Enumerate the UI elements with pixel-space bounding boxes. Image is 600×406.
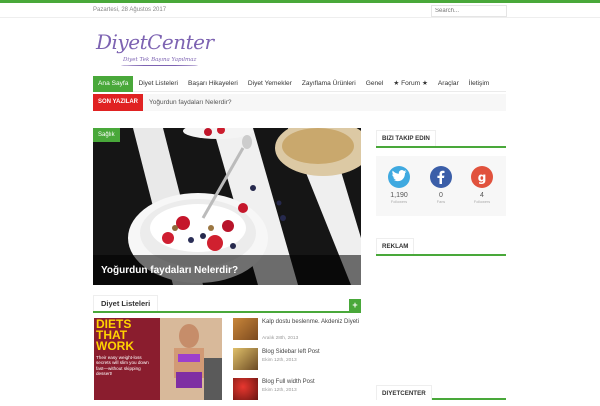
current-date: Pazartesi, 28 Ağustos 2017	[93, 7, 167, 13]
search-input[interactable]	[431, 5, 507, 17]
featured-post[interactable]: Sağlık Yoğurdun faydaları Nelerdir?	[93, 128, 361, 285]
svg-text:g: g	[478, 171, 487, 185]
post-date: Aralık 28th, 2013	[262, 336, 299, 341]
facebook-count: 0	[439, 192, 443, 199]
ticker-headline[interactable]: Yoğurdun faydaları Nelerdir?	[149, 94, 232, 111]
list-item[interactable]: Kalp dostu beslenme. Akdeniz Diyeti Aral…	[233, 318, 361, 346]
sidebar-diyetcenter-title: DIYETCENTER	[376, 385, 432, 400]
post-title[interactable]: Blog Sidebar left Post	[262, 348, 362, 356]
nav-item-contact[interactable]: İletişim	[464, 76, 495, 92]
list-item[interactable]: Blog Sidebar left Post Ekim 12th, 2013	[233, 348, 361, 376]
post-title[interactable]: Blog Full width Post	[262, 378, 362, 386]
site-tagline: Diyet Tek Başına Yapılmaz	[120, 57, 199, 66]
site-logo[interactable]: DiyetCenter	[96, 30, 214, 54]
google-plus-count: 4	[480, 192, 484, 199]
social-counters: 1,190 Followers 0 Fans g 4 Followers	[376, 156, 506, 216]
twitter-count: 1,190	[390, 192, 408, 199]
nav-item-success-stories[interactable]: Başarı Hikayeleri	[183, 76, 243, 92]
nav-item-diet-meals[interactable]: Diyet Yemekler	[243, 76, 297, 92]
diet-headline-3: WORK	[96, 339, 134, 353]
facebook-icon	[430, 166, 452, 188]
facebook-label: Fans	[436, 200, 446, 204]
nav-item-slimming-products[interactable]: Zayıflama Ürünleri	[297, 76, 361, 92]
sidebar-follow-title: BIZI TAKIP EDIN	[376, 130, 436, 146]
twitter-icon	[388, 166, 410, 188]
twitter-label: Followers	[390, 200, 408, 204]
social-facebook[interactable]: 0 Fans	[428, 166, 454, 204]
social-google-plus[interactable]: g 4 Followers	[469, 166, 495, 204]
diet-caption: Their easy weight-loss secrets will slim…	[96, 355, 149, 377]
news-ticker: SON YAZILAR Yoğurdun faydaları Nelerdir?	[93, 94, 506, 111]
post-date: Ekim 12th, 2013	[262, 388, 297, 393]
post-title[interactable]: Kalp dostu beslenme. Akdeniz Diyeti	[262, 318, 362, 326]
social-twitter[interactable]: 1,190 Followers	[386, 166, 412, 204]
section-expand-button[interactable]: +	[349, 299, 361, 311]
google-plus-label: Followers	[473, 200, 491, 204]
diet-post-image[interactable]: DIETS THAT WORK Their easy weight-loss s…	[94, 318, 222, 400]
ticker-label: SON YAZILAR	[93, 94, 144, 111]
google-plus-icon: g	[471, 166, 493, 188]
sidebar-ads-title: REKLAM	[376, 238, 415, 254]
post-thumbnail	[233, 378, 258, 400]
nav-item-home[interactable]: Ana Sayfa	[93, 76, 134, 92]
nav-item-general[interactable]: Genel	[361, 76, 389, 92]
post-date: Ekim 12th, 2013	[262, 358, 297, 363]
sidebar-ads-heading: REKLAM	[376, 238, 506, 256]
post-thumbnail	[233, 348, 258, 370]
sidebar-follow-heading: BIZI TAKIP EDIN	[376, 130, 506, 148]
sidebar-diyetcenter-heading: DIYETCENTER	[376, 385, 506, 400]
section-heading: Diyet Listeleri +	[93, 295, 361, 313]
featured-category[interactable]: Sağlık	[93, 128, 120, 142]
nav-item-forum[interactable]: ★ Forum ★	[388, 76, 433, 92]
nav-item-diet-lists[interactable]: Diyet Listeleri	[133, 76, 183, 92]
top-bar: Pazartesi, 28 Ağustos 2017	[0, 0, 600, 18]
nav-item-tools[interactable]: Araçlar	[433, 76, 464, 92]
main-nav: Ana Sayfa Diyet Listeleri Başarı Hikayel…	[93, 76, 506, 92]
post-thumbnail	[233, 318, 258, 340]
featured-title[interactable]: Yoğurdun faydaları Nelerdir?	[101, 265, 238, 276]
section-title[interactable]: Diyet Listeleri	[93, 295, 159, 311]
list-item[interactable]: Blog Full width Post Ekim 12th, 2013	[233, 378, 361, 406]
